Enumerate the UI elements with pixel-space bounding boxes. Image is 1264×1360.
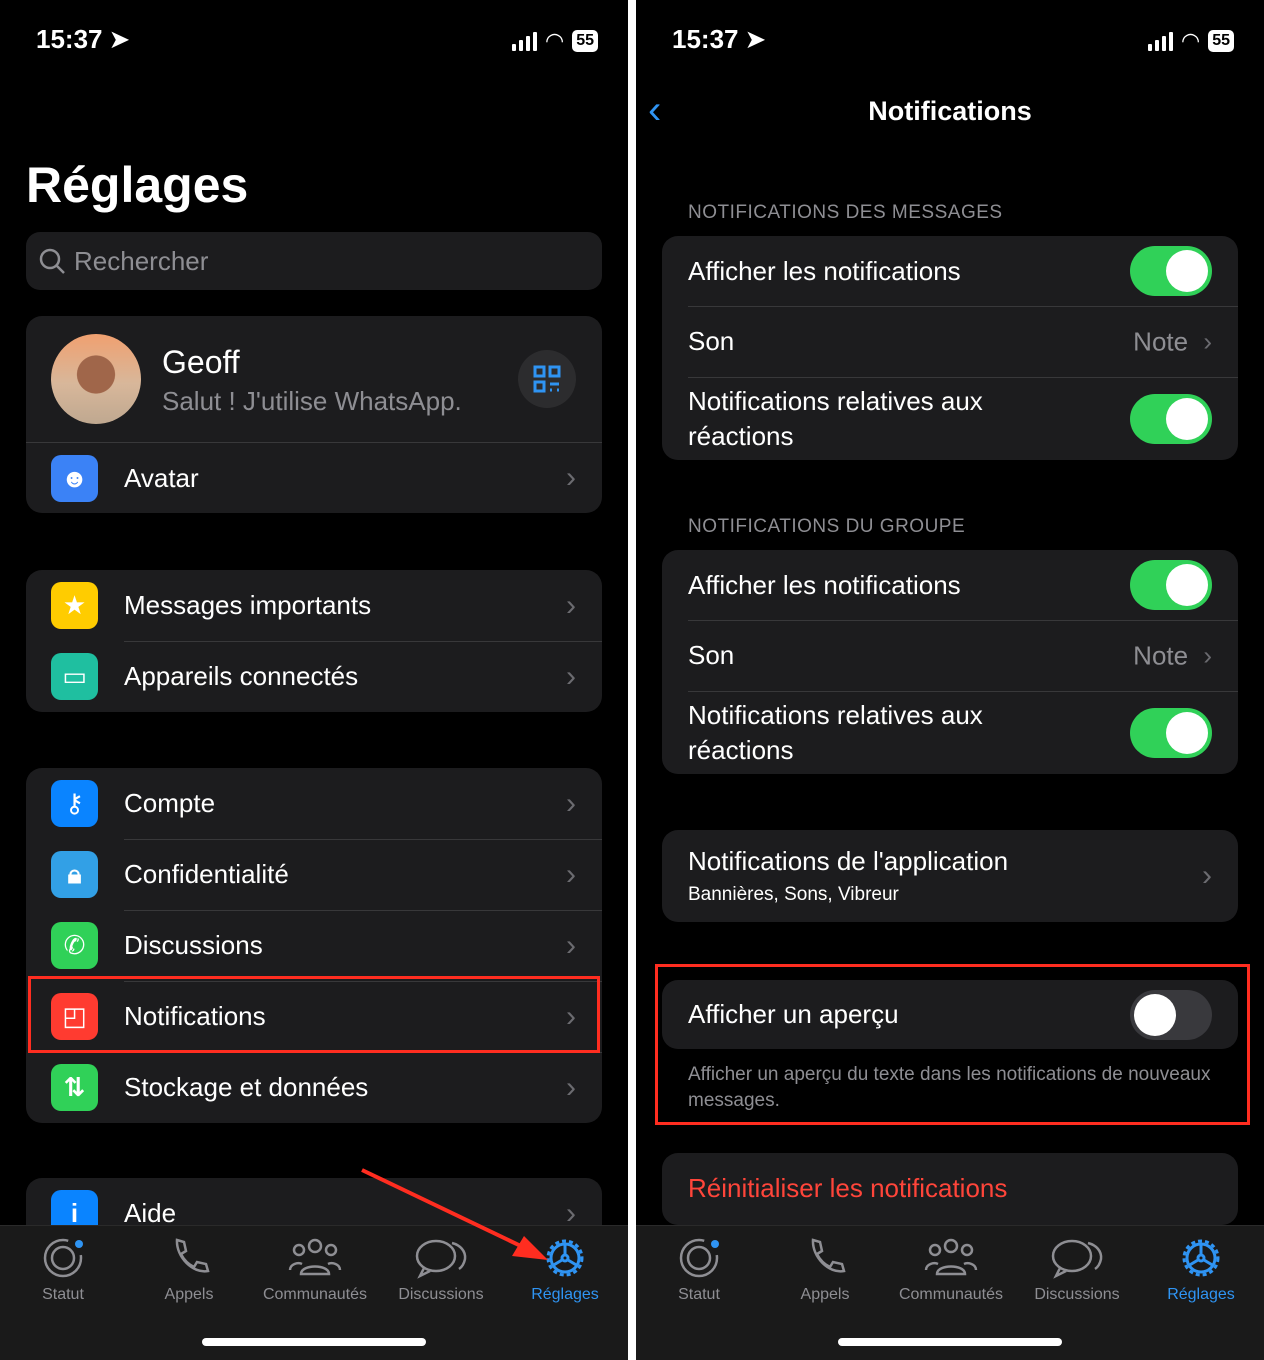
location-arrow-icon: ➤ — [744, 24, 767, 54]
highlight-box — [655, 964, 1250, 1125]
tab-label: Discussions — [1034, 1286, 1120, 1303]
reset-label: Réinitialiser les notifications — [688, 1173, 1008, 1203]
sound-value: Note › — [1133, 640, 1212, 671]
tab-communities[interactable]: Communautés — [888, 1236, 1014, 1304]
notifications-screen: 15:37 ➤ ◠ 55 ‹ Notifications NOTIFICATION… — [636, 0, 1264, 1360]
chat-bubbles-icon — [1051, 1239, 1103, 1279]
reactions-toggle[interactable] — [1130, 707, 1212, 758]
chevron-right-icon: › — [1202, 859, 1212, 892]
value-text: Note — [1133, 640, 1189, 670]
row-label: Notifications de l'application — [688, 846, 1009, 876]
status-icons: ◠ 55 — [1148, 28, 1234, 54]
tab-label: Communautés — [898, 1286, 1004, 1303]
chevron-right-icon: › — [1203, 640, 1212, 670]
app-notifications-row[interactable]: Notifications de l'application Bannières… — [662, 830, 1238, 922]
tab-status[interactable]: Statut — [636, 1236, 762, 1304]
row-label: Son — [688, 326, 735, 356]
reset-notifications-button[interactable]: Réinitialiser les notifications — [662, 1153, 1238, 1225]
phone-icon — [811, 1238, 846, 1273]
settings-gear-icon — [1182, 1239, 1220, 1277]
home-indicator — [838, 1338, 1062, 1346]
chevron-right-icon: › — [1203, 326, 1212, 356]
tab-settings[interactable]: Réglages — [1138, 1236, 1264, 1304]
row-subtitle: Bannières, Sons, Vibreur — [688, 884, 899, 905]
red-arrow-annotation — [361, 1168, 548, 1260]
signal-icon — [1148, 31, 1173, 51]
row-label: Notifications relatives aux réactions — [688, 385, 983, 451]
nav-title: Notifications — [868, 96, 1032, 126]
tab-label: Réglages — [1167, 1286, 1235, 1303]
group-notifications-group: Afficher les notifications Son Note › Not… — [662, 550, 1238, 774]
row-label: Notifications relatives aux réactions — [688, 699, 983, 765]
reactions-toggle[interactable] — [1130, 393, 1212, 444]
tab-label: Statut — [678, 1286, 720, 1303]
show-notifications-toggle[interactable] — [1130, 560, 1212, 610]
show-notifications-row: Afficher les notifications — [662, 236, 1238, 306]
section-header: NOTIFICATIONS DU GROUPE — [688, 516, 966, 537]
row-label: Afficher les notifications — [688, 569, 961, 600]
show-notifications-toggle[interactable] — [1130, 246, 1212, 296]
status-time: 15:37 ➤ — [672, 24, 766, 55]
section-header: NOTIFICATIONS DES MESSAGES — [688, 202, 1003, 223]
row-label: Afficher les notifications — [688, 255, 961, 286]
reactions-row: Notifications relatives aux réactions — [662, 691, 1238, 774]
time-text: 15:37 — [672, 24, 739, 54]
show-notifications-row: Afficher les notifications — [662, 550, 1238, 620]
value-text: Note — [1133, 326, 1189, 356]
status-icon — [679, 1238, 719, 1278]
tab-bar: Statut Appels Communautés Discussions Ré… — [636, 1225, 1264, 1360]
wifi-icon: ◠ — [1181, 28, 1201, 53]
communities-icon — [924, 1238, 978, 1276]
settings-screen: 15:37 ➤ ◠ 55 Réglages Rechercher Geoff Sa… — [0, 0, 628, 1360]
tab-label: Appels — [800, 1286, 850, 1303]
sound-value: Note › — [1133, 326, 1212, 357]
sound-row[interactable]: Son Note › — [662, 620, 1238, 691]
tab-chats[interactable]: Discussions — [1014, 1236, 1140, 1304]
sound-row[interactable]: Son Note › — [662, 306, 1238, 377]
row-label: Son — [688, 640, 735, 670]
message-notifications-group: Afficher les notifications Son Note › Not… — [662, 236, 1238, 460]
reactions-row: Notifications relatives aux réactions — [662, 377, 1238, 460]
battery-icon: 55 — [1208, 30, 1234, 52]
tab-calls[interactable]: Appels — [762, 1236, 888, 1304]
